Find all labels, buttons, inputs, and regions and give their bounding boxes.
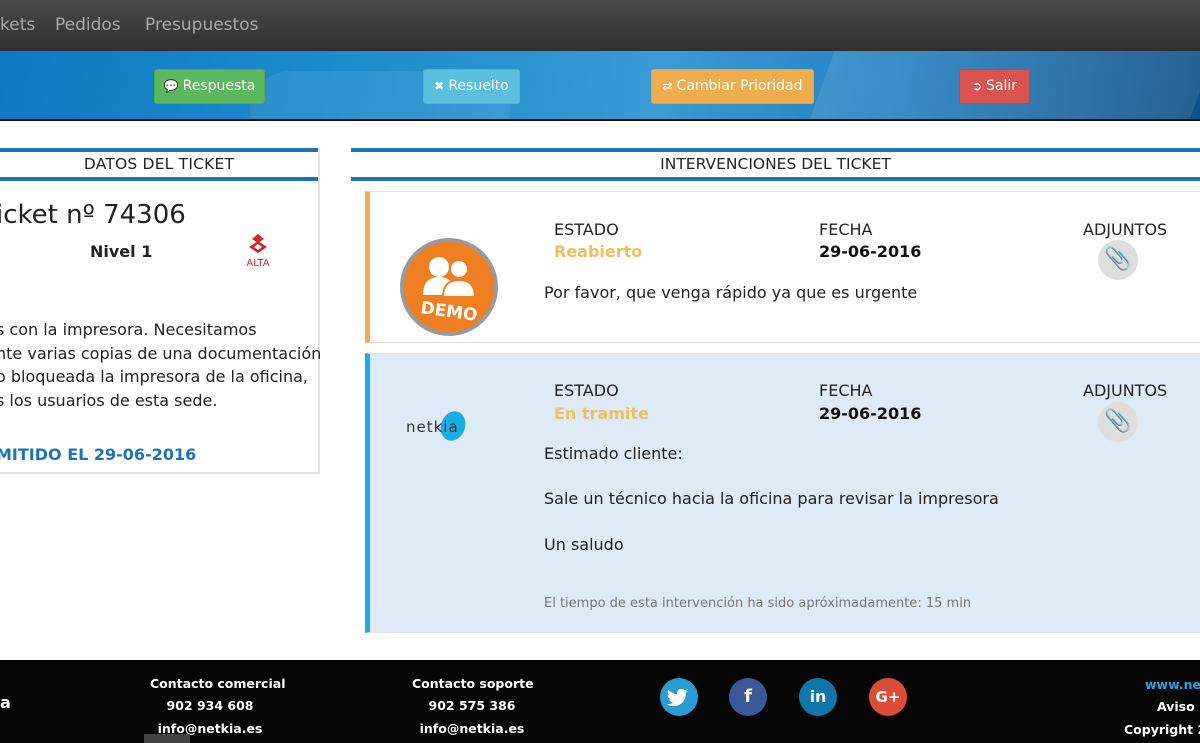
footer-scroll-tab[interactable]: [144, 734, 190, 743]
footer-soporte-phone: 902 575 386: [428, 698, 516, 713]
facebook-icon[interactable]: f: [729, 678, 767, 716]
estado-value: En tramite: [554, 404, 649, 423]
fecha-value: 29-06-2016: [819, 242, 922, 261]
shuffle-icon: ⇄: [662, 79, 673, 93]
description-line: s con la impresora. Necesitamos: [0, 320, 257, 339]
action-banner: 💬 Respuesta ✖ Resuelto ⇄ Cambiar Prioridad …: [0, 51, 1200, 121]
twitter-bird: [667, 688, 688, 707]
nav-item-tickets[interactable]: kets: [0, 0, 35, 51]
demo-avatar: DEMO: [400, 238, 498, 336]
intervention-card: DEMO ESTADO Reabierto FECHA 29-06-2016 A…: [365, 191, 1200, 343]
ticket-data-panel: DATOS DEL TICKET icket nº 74306 Nivel 1 …: [0, 148, 322, 474]
footer-aviso-legal-link[interactable]: Aviso L: [1157, 699, 1200, 714]
salir-label: Salir: [986, 78, 1018, 94]
footer-soporte-email[interactable]: info@netkia.es: [412, 721, 532, 736]
priority-icon: [249, 234, 267, 253]
netkia-logo: netkia: [406, 411, 466, 441]
footer-comercial-title: Contacto comercial: [150, 676, 286, 691]
close-icon: ✖: [434, 79, 445, 93]
intervention-message: Por favor, que venga rápido ya que es ur…: [544, 283, 918, 302]
respuesta-button[interactable]: 💬 Respuesta: [154, 69, 265, 104]
cambiar-prioridad-label: Cambiar Prioridad: [676, 78, 803, 94]
footer-logo: a: [0, 693, 11, 712]
sign-out-icon: ➲: [971, 79, 983, 93]
description-line: o bloqueada la impresora de la oficina,: [0, 367, 309, 386]
estado-label: ESTADO: [554, 220, 619, 239]
estado-value: Reabierto: [554, 242, 643, 261]
intervention-message: Estimado cliente:: [544, 444, 683, 463]
adjuntos-label: ADJUNTOS: [1083, 220, 1168, 239]
ticket-issued-date: MITIDO EL 29-06-2016: [0, 445, 197, 464]
interventions-panel-title: INTERVENCIONES DEL TICKET: [351, 148, 1200, 181]
salir-button[interactable]: ➲ Salir: [959, 69, 1030, 104]
fecha-label: FECHA: [819, 381, 873, 400]
footer-copyright: Copyright 20: [1124, 722, 1200, 737]
footer-comercial-phone: 902 934 608: [166, 698, 254, 713]
estado-label: ESTADO: [554, 381, 619, 400]
google-plus-icon[interactable]: G+: [869, 678, 907, 716]
fecha-value: 29-06-2016: [819, 404, 922, 423]
ticket-description: s con la impresora. Necesitamos nte vari…: [0, 318, 322, 412]
description-line: nte varias copias de una documentación: [0, 343, 322, 363]
linkedin-icon[interactable]: in: [799, 678, 837, 716]
nav-item-pedidos[interactable]: Pedidos: [55, 0, 121, 51]
paperclip-icon[interactable]: 📎: [1098, 240, 1138, 280]
footer-website-link[interactable]: www.net: [1145, 677, 1200, 692]
intervention-message: Sale un técnico hacia la oficina para re…: [544, 489, 999, 508]
description-line: s los usuarios de esta sede.: [0, 390, 218, 410]
twitter-icon[interactable]: [660, 678, 698, 716]
intervention-message: Un saludo: [544, 535, 624, 554]
priority-label: ALTA: [246, 258, 270, 269]
netkia-logo-text: netkia: [406, 418, 459, 436]
respuesta-label: Respuesta: [182, 78, 256, 94]
ticket-panel-title: DATOS DEL TICKET: [0, 148, 318, 181]
comment-icon: 💬: [163, 79, 179, 93]
footer-soporte-title: Contacto soporte: [412, 676, 534, 691]
intervention-time-note: El tiempo de esta intervención ha sido a…: [544, 596, 972, 611]
intervention-card: netkia ESTADO En tramite FECHA 29-06-201…: [365, 353, 1200, 633]
ticket-level: Nivel 1: [90, 242, 153, 261]
cambiar-prioridad-button[interactable]: ⇄ Cambiar Prioridad: [651, 69, 814, 104]
paperclip-icon[interactable]: 📎: [1098, 402, 1138, 442]
resuelto-label: Resuelto: [448, 78, 509, 94]
resuelto-button[interactable]: ✖ Resuelto: [423, 69, 520, 104]
adjuntos-label: ADJUNTOS: [1083, 381, 1168, 400]
top-navbar: kets Pedidos Presupuestos: [0, 0, 1200, 51]
fecha-label: FECHA: [819, 220, 873, 239]
ticket-title: icket nº 74306: [0, 200, 186, 230]
footer: a Contacto comercial 902 934 608 info@ne…: [0, 660, 1200, 743]
nav-item-presupuestos[interactable]: Presupuestos: [145, 0, 258, 51]
